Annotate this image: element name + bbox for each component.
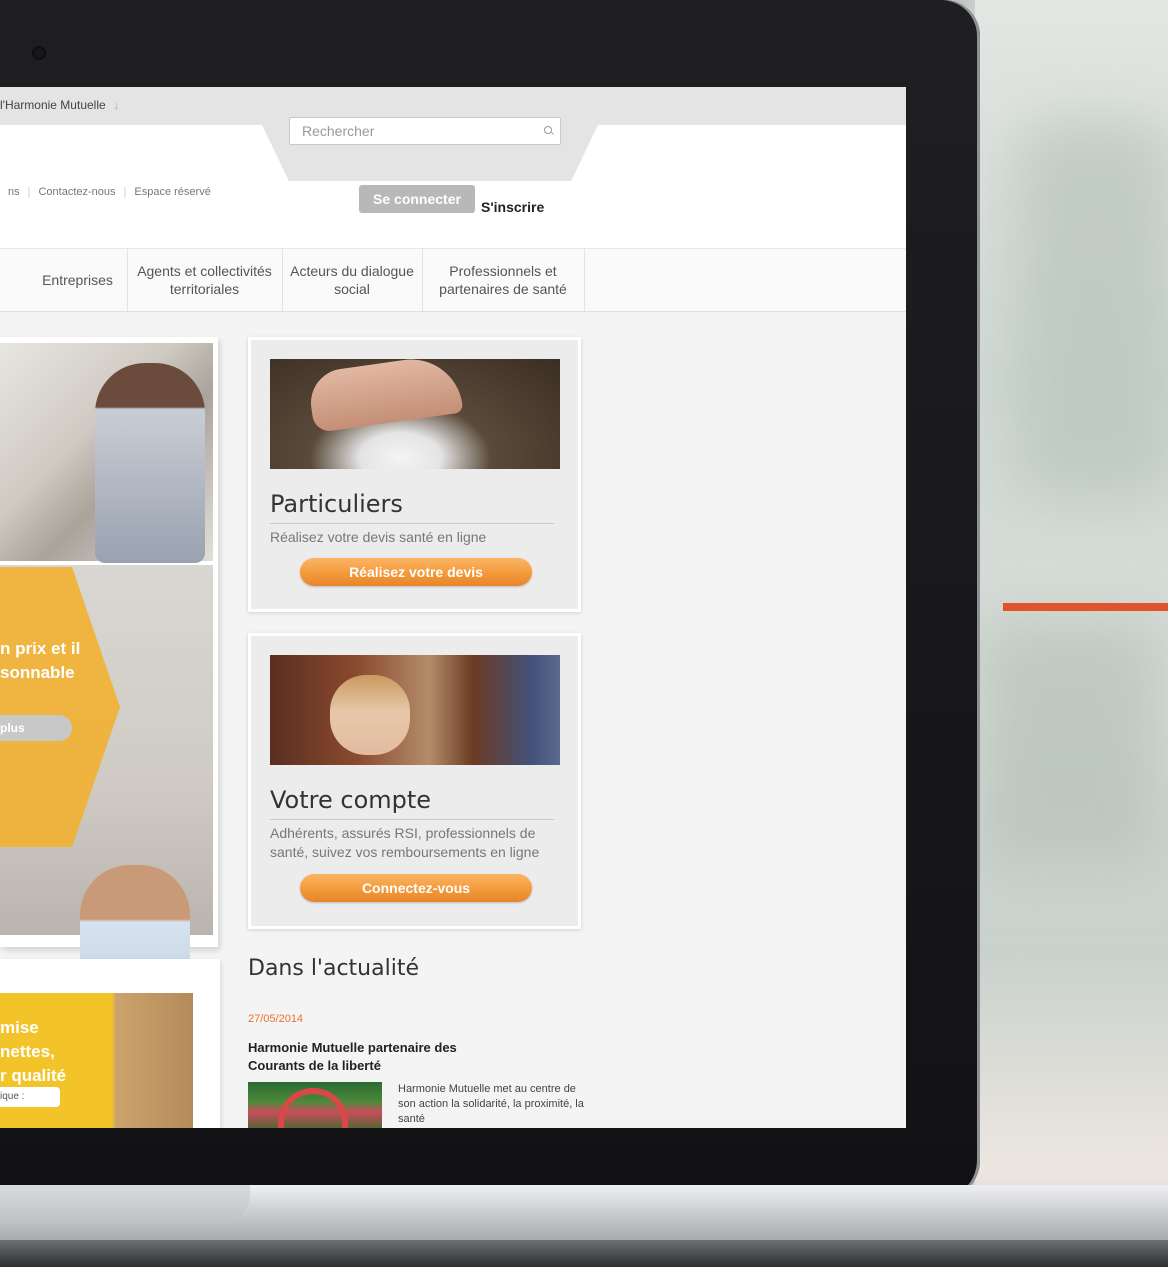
accent-bar: [1003, 603, 1168, 611]
arrow-down-icon: ↓: [113, 100, 120, 112]
connect-button[interactable]: Connectez-vous: [300, 874, 532, 902]
promo-text: mise nettes, r qualité: [0, 1016, 66, 1088]
login-button[interactable]: Se connecter: [359, 185, 475, 213]
laptop-hinge: [0, 1185, 250, 1225]
nav-item-agents[interactable]: Agents et collectivités territoriales: [127, 249, 283, 311]
laptop-base-shadow: [0, 1240, 1168, 1267]
card-image-woman: [270, 655, 560, 765]
contact-link[interactable]: Contactez-nous: [30, 186, 123, 198]
hero-promo-line: n prix et il: [0, 639, 81, 658]
card-description: Adhérents, assurés RSI, professionnels d…: [270, 825, 540, 860]
hero-banner[interactable]: n prix et il sonnable plus: [0, 337, 218, 1128]
header-links: ns | Contactez-nous | Espace réservé: [0, 186, 219, 198]
news-arch-illustration: [278, 1088, 348, 1128]
promo-line: mise: [0, 1018, 39, 1037]
nav-item-label: Entreprises: [42, 272, 113, 288]
card-image-mouse: [270, 352, 560, 469]
nav-item-entreprises[interactable]: Entreprises: [0, 249, 128, 311]
hero-promo-line: sonnable: [0, 663, 75, 682]
nav-item-dialogue[interactable]: Acteurs du dialogue social: [282, 249, 423, 311]
nav-item-label: Agents et collectivités territoriales: [137, 263, 272, 297]
card-divider: [270, 523, 554, 524]
nav-item-professionnels[interactable]: Professionnels et partenaires de santé: [422, 249, 585, 311]
reserved-space-link[interactable]: Espace réservé: [126, 186, 218, 198]
card-title: Votre compte: [270, 786, 432, 814]
header-link-partial[interactable]: ns: [0, 186, 28, 198]
background-shape: [1015, 120, 1168, 500]
promo-card[interactable]: mise nettes, r qualité ique :: [0, 959, 220, 1128]
search-input[interactable]: [290, 118, 532, 144]
promo-line: nettes,: [0, 1042, 55, 1061]
card-divider: [270, 819, 554, 820]
card-votre-compte: Votre compte Adhérents, assurés RSI, pro…: [248, 633, 581, 929]
promo-line: r qualité: [0, 1066, 67, 1085]
background-blur: [975, 0, 1168, 1267]
main-nav: Entreprises Agents et collectivités terr…: [0, 248, 906, 312]
news-image[interactable]: [248, 1082, 382, 1128]
hero-photo-kitchen: [0, 343, 213, 563]
news-body: Harmonie Mutuelle met au centre de son a…: [398, 1083, 584, 1125]
signup-link[interactable]: S'inscrire: [481, 199, 544, 215]
search-field[interactable]: [289, 117, 561, 145]
news-section-title: Dans l'actualité: [248, 956, 419, 981]
laptop-base: [0, 1185, 1168, 1267]
learn-more-button[interactable]: plus: [0, 715, 72, 741]
search-icon[interactable]: [544, 126, 552, 134]
card-title: Particuliers: [270, 490, 403, 518]
laptop-screen: l'Harmonie Mutuelle ↓ ns | Contactez-nous | E…: [0, 87, 906, 1128]
woman-illustration: [330, 675, 410, 755]
news-date: 27/05/2014: [248, 1013, 304, 1025]
quote-button[interactable]: Réalisez votre devis: [300, 558, 532, 586]
nav-item-label: Professionnels et partenaires de santé: [439, 263, 567, 297]
hero-person-woman: [95, 363, 205, 563]
hero-promo-text: n prix et il sonnable: [0, 637, 80, 685]
brand-link[interactable]: l'Harmonie Mutuelle ↓: [0, 98, 119, 112]
hand-illustration: [306, 352, 464, 434]
brand-label: l'Harmonie Mutuelle: [0, 98, 106, 112]
background-shape: [975, 620, 1165, 870]
card-particuliers: Particuliers Réalisez votre devis santé …: [248, 337, 581, 612]
promo-small-label: ique :: [0, 1087, 60, 1107]
news-headline[interactable]: Harmonie Mutuelle partenaire des Courant…: [248, 1039, 488, 1075]
nav-item-label: Acteurs du dialogue social: [290, 263, 414, 297]
camera-icon: [34, 48, 44, 58]
card-description: Réalisez votre devis santé en ligne: [270, 529, 487, 545]
